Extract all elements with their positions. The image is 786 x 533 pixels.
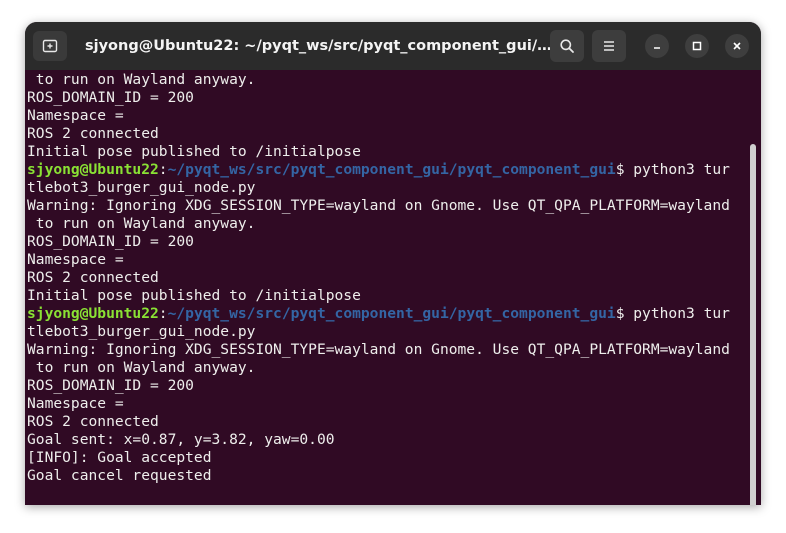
minimize-icon xyxy=(654,47,660,49)
line-text: Namespace = xyxy=(27,251,133,268)
output-line: Namespace = xyxy=(27,251,751,269)
output-line: ROS_DOMAIN_ID = 200 xyxy=(27,89,751,107)
prompt-path: ~/pyqt_ws/src/pyqt_component_gui/pyqt_co… xyxy=(167,161,616,178)
line-text: Goal sent: x=0.87, y=3.82, yaw=0.00 xyxy=(27,431,335,448)
line-text: ROS_DOMAIN_ID = 200 xyxy=(27,89,194,106)
output-line: Warning: Ignoring XDG_SESSION_TYPE=wayla… xyxy=(27,197,751,215)
line-text: ROS 2 connected xyxy=(27,413,159,430)
prompt-path: ~/pyqt_ws/src/pyqt_component_gui/pyqt_co… xyxy=(167,305,616,322)
output-line: Initial pose published to /initialpose xyxy=(27,287,751,305)
output-line: tlebot3_burger_gui_node.py xyxy=(27,323,751,341)
output-line: Initial pose published to /initialpose xyxy=(27,143,751,161)
title-bar[interactable]: sjyong@Ubuntu22: ~/pyqt_ws/src/pyqt_comp… xyxy=(25,22,761,70)
line-text: ROS 2 connected xyxy=(27,125,159,142)
terminal-output[interactable]: to run on Wayland anyway. ROS_DOMAIN_ID =… xyxy=(25,70,761,505)
new-tab-icon xyxy=(42,39,58,53)
line-text: Goal cancel requested xyxy=(27,467,212,484)
line-text: tlebot3_burger_gui_node.py xyxy=(27,323,256,340)
output-line: to run on Wayland anyway. xyxy=(27,215,751,233)
line-text: $ python3 tur xyxy=(615,161,730,178)
close-icon xyxy=(733,42,741,50)
output-line: [INFO]: Goal accepted xyxy=(27,449,751,467)
output-line: Namespace = xyxy=(27,107,751,125)
new-tab-button[interactable] xyxy=(33,31,67,61)
line-text: ROS_DOMAIN_ID = 200 xyxy=(27,377,194,394)
line-text: $ python3 tur xyxy=(615,305,730,322)
line-text: [INFO]: Goal accepted xyxy=(27,449,212,466)
output-line: Namespace = xyxy=(27,395,751,413)
close-button[interactable] xyxy=(725,34,749,58)
terminal-window: sjyong@Ubuntu22: ~/pyqt_ws/src/pyqt_comp… xyxy=(25,22,761,505)
output-line: Goal sent: x=0.87, y=3.82, yaw=0.00 xyxy=(27,431,751,449)
output-line: ROS 2 connected xyxy=(27,413,751,431)
output-line: to run on Wayland anyway. xyxy=(27,359,751,377)
output-line: ROS_DOMAIN_ID = 200 xyxy=(27,233,751,251)
line-text: Namespace = xyxy=(27,107,133,124)
maximize-icon xyxy=(692,41,702,51)
line-text: Namespace = xyxy=(27,395,133,412)
prompt-separator: : xyxy=(158,161,168,178)
search-icon xyxy=(560,39,574,53)
menu-button[interactable] xyxy=(592,30,626,62)
line-text: to run on Wayland anyway. xyxy=(27,215,256,232)
line-text: to run on Wayland anyway. xyxy=(27,359,256,376)
output-line: tlebot3_burger_gui_node.py xyxy=(27,179,751,197)
line-text: Initial pose published to /initialpose xyxy=(27,287,361,304)
line-text: to run on Wayland anyway. xyxy=(27,71,256,88)
scrollbar-thumb[interactable] xyxy=(750,144,756,505)
hamburger-menu-icon xyxy=(604,41,614,51)
line-text: ROS_DOMAIN_ID = 200 xyxy=(27,233,194,250)
line-text: Warning: Ignoring XDG_SESSION_TYPE=wayla… xyxy=(27,341,730,358)
terminal-lines: to run on Wayland anyway. ROS_DOMAIN_ID =… xyxy=(27,71,751,485)
output-line: ROS_DOMAIN_ID = 200 xyxy=(27,377,751,395)
maximize-button[interactable] xyxy=(685,34,709,58)
prompt-separator: : xyxy=(158,305,168,322)
line-text: ROS 2 connected xyxy=(27,269,159,286)
line-text: tlebot3_burger_gui_node.py xyxy=(27,179,256,196)
prompt-user: sjyong@Ubuntu22 xyxy=(27,161,159,178)
search-button[interactable] xyxy=(550,30,584,62)
prompt-user: sjyong@Ubuntu22 xyxy=(27,305,159,322)
line-text: Warning: Ignoring XDG_SESSION_TYPE=wayla… xyxy=(27,197,730,214)
output-line: Goal cancel requested xyxy=(27,467,751,485)
minimize-button[interactable] xyxy=(645,34,669,58)
output-line: to run on Wayland anyway. xyxy=(27,71,751,89)
line-text: Initial pose published to /initialpose xyxy=(27,143,361,160)
prompt-line: sjyong@Ubuntu22:~/pyqt_ws/src/pyqt_compo… xyxy=(27,161,751,179)
prompt-line: sjyong@Ubuntu22:~/pyqt_ws/src/pyqt_compo… xyxy=(27,305,751,323)
output-line: Warning: Ignoring XDG_SESSION_TYPE=wayla… xyxy=(27,341,751,359)
output-line: ROS 2 connected xyxy=(27,125,751,143)
output-line: ROS 2 connected xyxy=(27,269,751,287)
window-title: sjyong@Ubuntu22: ~/pyqt_ws/src/pyqt_comp… xyxy=(85,38,555,54)
